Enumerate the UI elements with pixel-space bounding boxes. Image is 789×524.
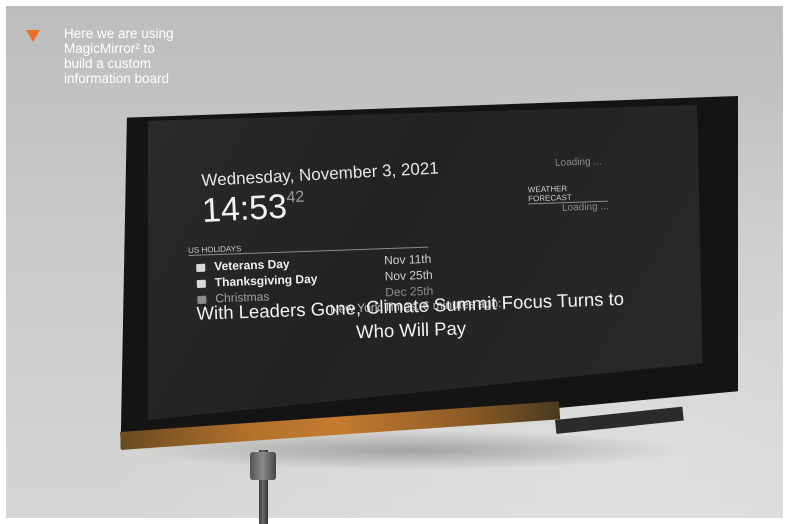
caption: Here we are using MagicMirror² to build … xyxy=(14,26,204,86)
calendar-icon xyxy=(196,263,206,272)
weather-loading-text: Loading ... xyxy=(561,201,609,214)
clock-time: 14:5342 xyxy=(201,187,306,231)
holiday-date: Nov 25th xyxy=(384,267,433,284)
clock-hours-minutes: 14:53 xyxy=(201,187,288,230)
caption-text: Here we are using MagicMirror² to build … xyxy=(64,26,174,86)
loading-text: Loading ... xyxy=(554,156,602,169)
usb-plug xyxy=(250,452,276,480)
clock-seconds: 42 xyxy=(286,188,305,207)
calendar-icon xyxy=(196,279,206,288)
holiday-name: Veterans Day xyxy=(213,256,290,274)
holiday-name: Thanksgiving Day xyxy=(214,271,318,290)
caption-triangle-icon xyxy=(26,30,40,42)
holiday-date: Nov 11th xyxy=(383,251,432,268)
